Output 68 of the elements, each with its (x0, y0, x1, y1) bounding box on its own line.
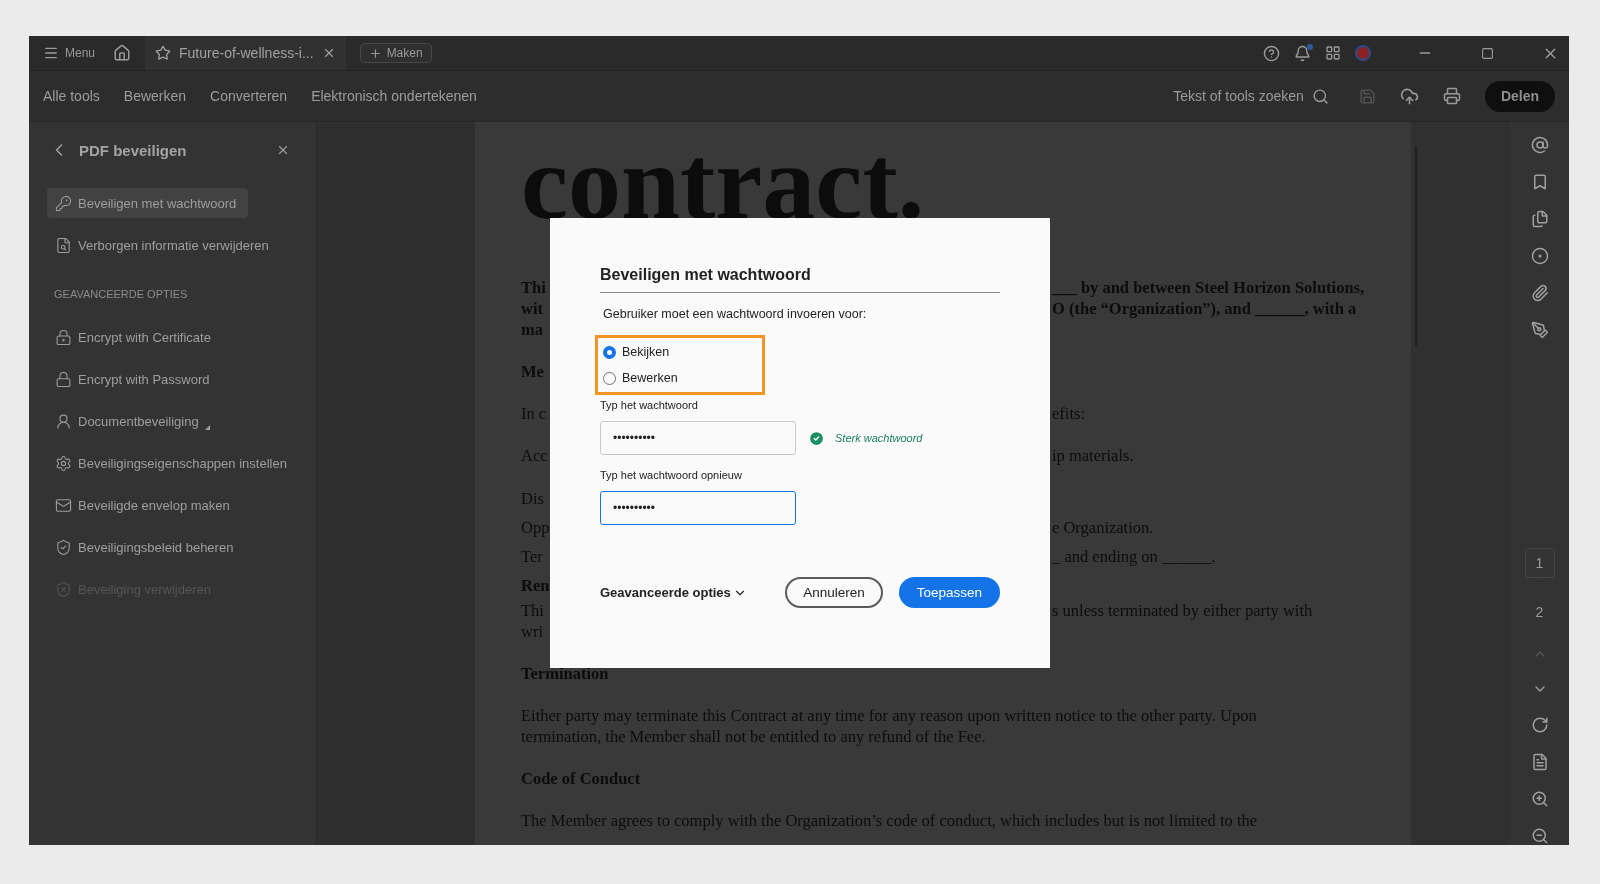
plus-icon (368, 46, 382, 60)
sidebar-item[interactable]: Beveiligen met wachtwoord (47, 188, 249, 218)
key-icon (55, 194, 72, 212)
advanced-options-toggle[interactable]: Geavanceerde opties (600, 585, 747, 600)
search-icon (1311, 87, 1329, 105)
radio-button[interactable] (603, 371, 616, 385)
page-number[interactable]: 2 (1524, 597, 1555, 627)
toolbar-link[interactable]: Converteren (210, 88, 288, 104)
apps-grid-icon[interactable] (1325, 45, 1341, 61)
check-icon (808, 429, 825, 447)
document-tab[interactable]: Future-of-wellness-i... (145, 36, 346, 70)
radio-option[interactable]: Bewerken (603, 371, 762, 385)
lock-icon (55, 328, 72, 346)
zoom-in-icon[interactable] (1530, 790, 1549, 808)
sidebar-item[interactable]: Beveiligingsbeleid beheren (47, 532, 246, 562)
panel-title: PDF beveiligen (79, 141, 188, 159)
rotate-icon[interactable] (1530, 716, 1549, 734)
star-icon[interactable] (155, 45, 172, 61)
maximize-icon[interactable] (1481, 46, 1494, 60)
submenu-corner-icon (204, 425, 210, 430)
password-field[interactable]: •••••••••• (600, 421, 796, 455)
share-button[interactable]: Delen (1484, 80, 1555, 112)
toolbar-link[interactable]: Elektronisch ondertekenen (311, 88, 477, 104)
sidebar-item[interactable]: Verborgen informatie verwijderen (47, 230, 281, 260)
gear-icon (55, 454, 72, 472)
bell-icon[interactable] (1294, 44, 1311, 62)
home-icon[interactable] (113, 44, 132, 62)
sidebar-item[interactable]: Documentbeveiliging (47, 406, 222, 436)
shield-x-icon (55, 580, 72, 598)
strength-indicator: Sterk wachtwoord (808, 429, 923, 447)
paperclip-icon[interactable] (1530, 284, 1549, 302)
help-icon[interactable] (1263, 44, 1280, 62)
file-search-icon (55, 236, 72, 254)
radio-option[interactable]: Bekijken (603, 345, 762, 359)
cancel-button[interactable]: Annuleren (785, 577, 883, 608)
search-button[interactable]: Tekst of tools zoeken (1167, 86, 1335, 106)
dialog-prompt: Gebruiker moet een wachtwoord invoeren voor: (603, 307, 868, 321)
fit-page-icon[interactable] (1530, 753, 1549, 771)
lock-icon (55, 370, 72, 388)
close-icon[interactable] (276, 143, 290, 157)
password-field[interactable]: •••••••••• (600, 491, 796, 525)
cloud-upload-icon[interactable] (1399, 86, 1419, 106)
field-label: Typ het wachtwoord (600, 399, 699, 411)
print-icon[interactable] (1442, 87, 1461, 105)
menu-icon (43, 45, 59, 61)
sidebar-item[interactable]: Encrypt with Certificate (47, 322, 223, 352)
comment-icon[interactable] (1530, 136, 1549, 154)
section-heading: GEAVANCEERDE OPTIES (54, 288, 189, 300)
pen-icon[interactable] (1530, 321, 1549, 339)
shield-icon (55, 538, 72, 556)
user-icon (55, 412, 72, 430)
dialog-title: Beveiligen met wachtwoord (600, 266, 1000, 293)
apply-button[interactable]: Toepassen (898, 577, 1000, 608)
radio-button[interactable] (603, 345, 616, 359)
toolbar-link[interactable]: Bewerken (123, 88, 187, 104)
zoom-out-icon[interactable] (1530, 827, 1549, 845)
target-icon[interactable] (1530, 247, 1549, 265)
envelope-icon (55, 496, 72, 514)
pages-icon[interactable] (1530, 210, 1549, 228)
toolbar-link[interactable]: Alle tools (43, 88, 100, 104)
sidebar-item[interactable]: Encrypt with Password (47, 364, 222, 394)
tab-title: Future-of-wellness-i... (179, 45, 314, 61)
menu-button[interactable]: Menu (39, 43, 100, 63)
new-button[interactable]: Maken (359, 43, 432, 63)
page-number[interactable]: 1 (1524, 548, 1555, 578)
sidebar-item[interactable]: Beveiligingseigenschappen instellen (47, 448, 299, 478)
field-label: Typ het wachtwoord opnieuw (600, 469, 743, 481)
sidebar-item[interactable]: Beveiligde envelop maken (47, 490, 242, 520)
